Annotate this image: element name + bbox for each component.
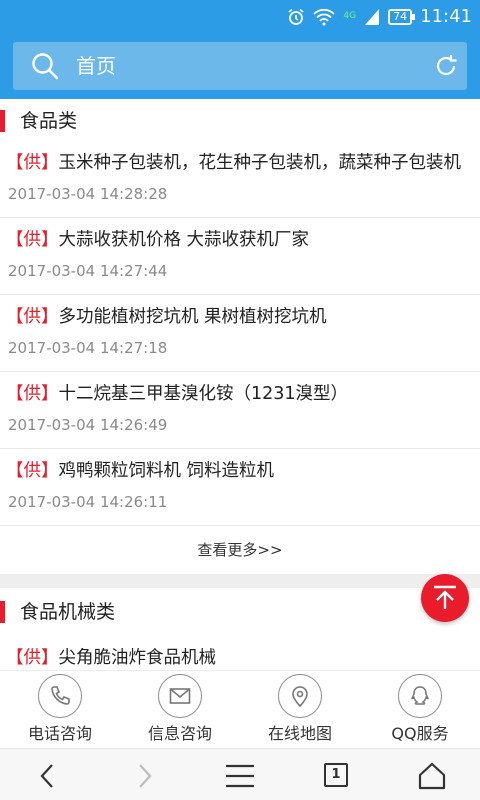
- wifi-icon: [313, 8, 336, 25]
- item-title: 【供】多功能植树挖坑机 果树植树挖坑机: [6, 303, 327, 328]
- section-header-food: 食品类: [0, 99, 480, 145]
- item-title-text: 大蒜收获机价格 大蒜收获机厂家: [58, 230, 310, 250]
- item-date: 2017-03-04 14:28:28: [8, 185, 168, 203]
- forward-button[interactable]: [96, 749, 192, 800]
- item-title-text: 尖角脆油炸食品机械: [58, 648, 217, 668]
- section-divider: [0, 574, 480, 588]
- map-pin-icon: [278, 674, 322, 718]
- list-item[interactable]: 【供】鸡鸭颗粒饲料机 饲料造粒机 2017-03-04 14:26:11: [0, 449, 480, 526]
- list-item[interactable]: 【供】十二烷基三甲基溴化铵（1231溴型） 2017-03-04 14:26:4…: [0, 372, 480, 449]
- section-title: 食品机械类: [20, 601, 116, 623]
- arrow-up-icon: [434, 585, 456, 609]
- list-item[interactable]: 【供】大蒜收获机价格 大蒜收获机厂家 2017-03-04 14:27:44: [0, 218, 480, 295]
- signal-icon: [365, 8, 380, 25]
- top-bar: 首页: [0, 33, 480, 99]
- contact-message-button[interactable]: 信息咨询: [120, 671, 240, 749]
- contact-phone-button[interactable]: 电话咨询: [0, 671, 120, 749]
- status-bar: 4G 74 11:41: [0, 0, 480, 33]
- chevron-right-icon: [139, 764, 152, 788]
- contact-map-button[interactable]: 在线地图: [240, 671, 360, 749]
- back-to-top-button[interactable]: [421, 574, 469, 622]
- contact-bar: 电话咨询 信息咨询 在线地图 QQ服务: [0, 670, 480, 748]
- item-title: 【供】尖角脆油炸食品机械: [6, 644, 216, 669]
- item-title: 【供】十二烷基三甲基溴化铵（1231溴型）: [6, 380, 348, 405]
- item-title-text: 多功能植树挖坑机 果树植树挖坑机: [58, 307, 327, 327]
- home-button[interactable]: [384, 749, 480, 800]
- item-title: 【供】大蒜收获机价格 大蒜收获机厂家: [6, 226, 309, 251]
- item-date: 2017-03-04 14:27:44: [8, 262, 168, 280]
- supply-tag: 【供】: [6, 648, 59, 668]
- tab-count: 1: [324, 763, 348, 787]
- supply-tag: 【供】: [6, 461, 59, 481]
- contact-label: 信息咨询: [147, 724, 212, 743]
- tabs-button[interactable]: 1: [288, 749, 384, 800]
- item-date: 2017-03-04 14:27:18: [8, 339, 168, 357]
- network-type: 4G: [343, 11, 357, 21]
- item-date: 2017-03-04 14:26:11: [8, 493, 168, 511]
- supply-tag: 【供】: [6, 153, 59, 173]
- refresh-icon[interactable]: [433, 53, 459, 79]
- item-date: 2017-03-04 14:26:49: [8, 416, 168, 434]
- back-button[interactable]: [0, 749, 96, 800]
- list-item[interactable]: 【供】多功能植树挖坑机 果树植树挖坑机 2017-03-04 14:27:18: [0, 295, 480, 372]
- item-title-text: 十二烷基三甲基溴化铵（1231溴型）: [58, 384, 349, 404]
- section-accent-bar: [0, 601, 5, 623]
- contact-qq-button[interactable]: QQ服务: [360, 671, 480, 749]
- list-item[interactable]: 【供】玉米种子包装机，花生种子包装机，蔬菜种子包装机 2017-03-04 14…: [0, 141, 480, 218]
- section-header-food-machinery: 食品机械类: [0, 590, 480, 636]
- contact-label: QQ服务: [391, 724, 449, 743]
- section-title: 食品类: [20, 110, 78, 132]
- item-title-text: 玉米种子包装机，花生种子包装机，蔬菜种子包装机: [58, 153, 462, 173]
- home-icon: [418, 762, 446, 790]
- supply-tag: 【供】: [6, 384, 59, 404]
- contact-label: 在线地图: [267, 724, 332, 743]
- clock: 11:41: [420, 6, 472, 27]
- page-title: 首页: [76, 54, 116, 78]
- battery-indicator: 74: [388, 8, 416, 25]
- contact-label: 电话咨询: [27, 724, 92, 743]
- chevron-left-icon: [40, 764, 53, 788]
- section-accent-bar: [0, 110, 5, 132]
- item-title: 【供】鸡鸭颗粒饲料机 饲料造粒机: [6, 457, 274, 482]
- status-icons: 4G 74 11:41: [287, 0, 472, 33]
- menu-icon: [226, 764, 254, 788]
- supply-tag: 【供】: [6, 307, 59, 327]
- search-box[interactable]: 首页: [13, 42, 467, 90]
- search-icon[interactable]: [31, 52, 59, 80]
- menu-button[interactable]: [192, 749, 288, 800]
- mail-icon: [158, 674, 202, 718]
- phone-icon: [38, 674, 82, 718]
- item-title: 【供】玉米种子包装机，花生种子包装机，蔬菜种子包装机: [6, 149, 461, 174]
- item-title-text: 鸡鸭颗粒饲料机 饲料造粒机: [58, 461, 275, 481]
- alarm-icon: [288, 8, 304, 25]
- browser-toolbar: 1: [0, 748, 480, 800]
- qq-icon: [398, 674, 442, 718]
- supply-tag: 【供】: [6, 230, 59, 250]
- view-more-link[interactable]: 查看更多>>: [0, 526, 480, 574]
